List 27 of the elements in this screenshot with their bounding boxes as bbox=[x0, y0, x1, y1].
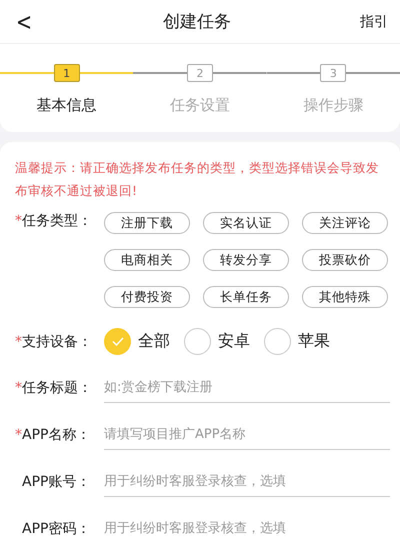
step-number: 2 bbox=[186, 64, 213, 82]
field-label: APP密码： bbox=[21, 520, 92, 537]
task-type-chip[interactable]: 投票砍价 bbox=[302, 249, 388, 271]
field-label: *APP名称： bbox=[15, 426, 92, 444]
task-type-chip[interactable]: 注册下载 bbox=[104, 212, 190, 234]
check-icon bbox=[112, 337, 124, 346]
field-label: *任务类型： bbox=[15, 212, 93, 230]
back-button[interactable]: < bbox=[16, 8, 32, 36]
task-type-chip[interactable]: 实名认证 bbox=[203, 212, 289, 234]
field-label: *任务标题： bbox=[15, 379, 93, 397]
notice-text: 温馨提示：请正确选择发布任务的类型，类型选择错误会导致发布审核不通过被退回! bbox=[15, 159, 380, 200]
field-label: APP账号： bbox=[21, 473, 92, 491]
page-title: 创建任务 bbox=[163, 11, 232, 33]
task-type-chip[interactable]: 其他特殊 bbox=[302, 286, 388, 308]
task-type-chip[interactable]: 转发分享 bbox=[203, 249, 289, 271]
task-type-chip[interactable]: 关注评论 bbox=[302, 212, 388, 234]
device-radio[interactable]: 苹果 bbox=[264, 328, 330, 355]
task-type-chip[interactable]: 电商相关 bbox=[104, 249, 190, 271]
field-label: *支持设备： bbox=[15, 332, 93, 350]
task-type-chip[interactable]: 付费投资 bbox=[104, 286, 190, 308]
step-number: 1 bbox=[54, 64, 80, 82]
step-number: 3 bbox=[320, 64, 346, 82]
task-type-chip[interactable]: 长单任务 bbox=[203, 286, 289, 308]
guide-link[interactable]: 指引 bbox=[360, 12, 388, 30]
step-tab[interactable]: 基本信息 bbox=[36, 96, 97, 115]
device-radio[interactable]: 全部 bbox=[104, 328, 170, 355]
device-radio[interactable]: 安卓 bbox=[184, 328, 250, 355]
